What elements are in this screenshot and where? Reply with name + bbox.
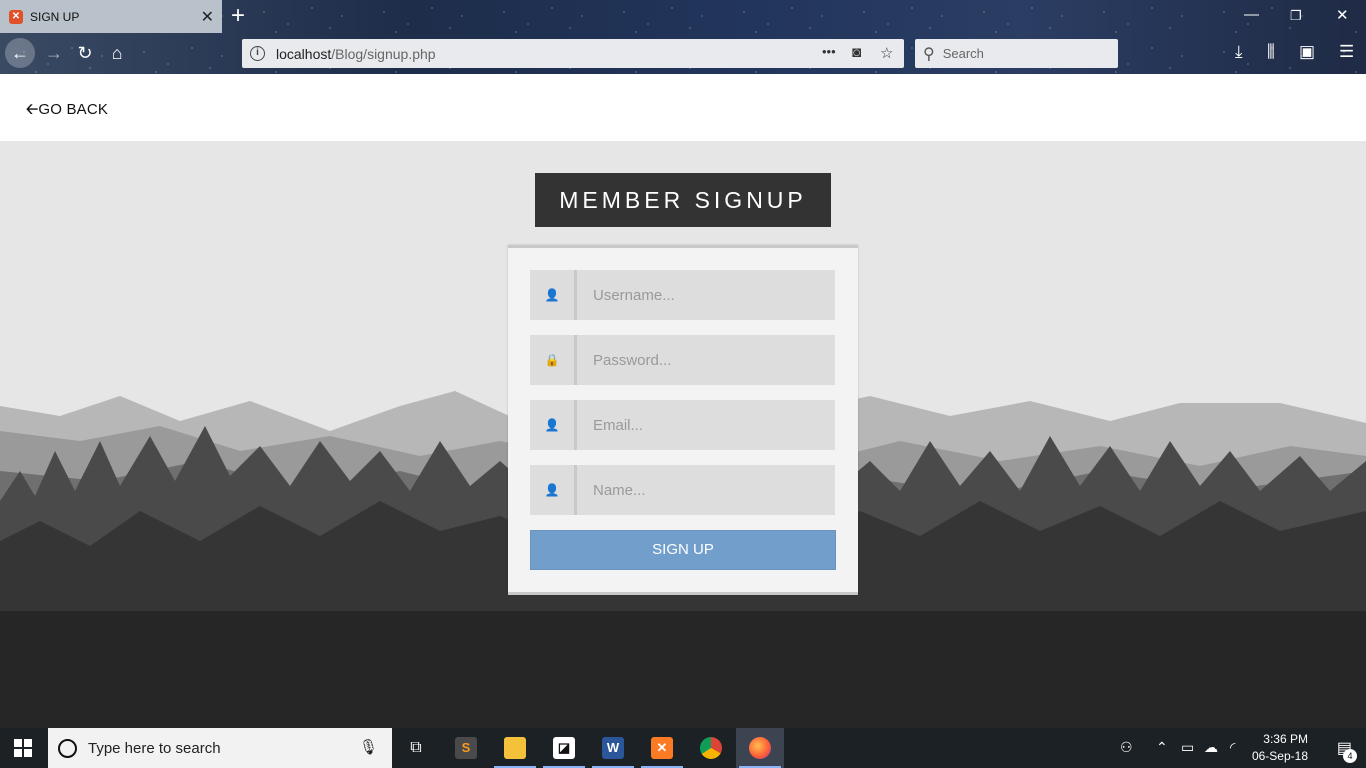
firefox-icon [749,737,771,759]
chrome-icon [700,737,722,759]
sticky-notes-icon: ◪ [553,737,575,759]
page-actions-icon[interactable]: ••• [822,44,836,59]
browser-search-bar[interactable]: ⚲ Search [915,39,1118,68]
clock-time: 3:36 PM [1263,732,1308,746]
bookmark-star-icon[interactable]: ☆ [880,44,893,62]
site-info-icon[interactable]: i [250,46,265,61]
close-window-icon[interactable]: ✕ [1336,6,1349,24]
library-icon[interactable]: ⫼ [1267,42,1275,62]
sublime-text-icon: S [455,737,477,759]
user-icon: 👤 [530,465,577,515]
onedrive-icon[interactable]: ☁ [1204,739,1218,756]
new-tab-button[interactable]: + [231,3,245,29]
url-bar[interactable]: i localhost/Blog/signup.php ••• ◙ ☆ [242,39,904,68]
chrome-app[interactable] [687,728,735,768]
pocket-icon[interactable]: ◙ [852,44,861,61]
arrow-left-icon: 🡠 [26,101,39,118]
menu-icon[interactable]: ☰ [1339,42,1354,62]
restore-icon[interactable]: ❐ [1290,8,1302,24]
firefox-app[interactable] [736,728,784,768]
username-field[interactable]: 👤 [530,270,835,320]
search-icon: ⚲ [923,45,935,63]
task-view-icon: ⧉ [410,739,422,756]
clock-date: 06-Sep-18 [1251,749,1308,763]
task-view-button[interactable]: ⧉ [392,728,440,768]
file-explorer-app[interactable] [491,728,539,768]
word-app[interactable]: W [589,728,637,768]
close-tab-icon[interactable]: ✕ [201,7,214,27]
chevron-up-icon[interactable]: ⌃ [1156,739,1168,756]
action-center-icon[interactable]: ▤ 4 [1337,738,1357,763]
people-icon[interactable]: ⚇ [1120,739,1133,756]
windows-taskbar: Type here to search 🎙 ⧉ S ◪ W ✕ ⚇ ⌃ ▭ ☁ … [0,728,1366,768]
url-text: localhost/Blog/signup.php [276,45,436,62]
wifi-icon[interactable]: ◜ [1230,739,1235,756]
taskbar-search-placeholder: Type here to search [88,739,221,757]
home-button[interactable]: ⌂ [102,38,132,68]
notification-badge: 4 [1343,749,1357,763]
sidebar-icon[interactable]: ▣ [1299,42,1315,62]
name-input[interactable] [577,465,835,515]
taskbar-search-box[interactable]: Type here to search 🎙 [48,728,392,768]
windows-start-icon[interactable] [14,739,32,757]
sticky-notes-app[interactable]: ◪ [540,728,588,768]
browser-chrome: ✕ SIGN UP ✕ + — ❐ ✕ ← → ↻ ⌂ i localhost/… [0,0,1366,74]
back-button[interactable]: ← [5,38,35,68]
name-field[interactable]: 👤 [530,465,835,515]
sign-up-button[interactable]: SIGN UP [530,530,836,570]
word-icon: W [602,737,624,759]
battery-icon[interactable]: ▭ [1181,739,1194,756]
sublime-text-app[interactable]: S [442,728,490,768]
folder-icon [504,737,526,759]
page-title: MEMBER SIGNUP [535,173,831,227]
cortana-icon [58,738,77,758]
page-header: 🡠GO BACK [0,74,1366,141]
xampp-favicon-icon: ✕ [9,9,23,24]
browser-tab[interactable]: ✕ SIGN UP ✕ [0,0,222,33]
microphone-icon[interactable]: 🎙 [359,738,378,756]
reload-button[interactable]: ↻ [70,38,100,68]
email-field[interactable]: 👤 [530,400,835,450]
password-input[interactable] [577,335,835,385]
xampp-icon: ✕ [651,737,673,759]
forward-button[interactable]: → [39,38,69,68]
password-field[interactable]: 🔒 [530,335,835,385]
minimize-icon[interactable]: — [1244,6,1259,23]
signup-form: 👤 🔒 👤 👤 SIGN UP [508,245,858,595]
email-input[interactable] [577,400,835,450]
xampp-app[interactable]: ✕ [638,728,686,768]
go-back-label: GO BACK [38,101,109,118]
username-input[interactable] [577,270,835,320]
downloads-icon[interactable]: ⤓ [1235,42,1243,62]
user-icon: 👤 [530,400,577,450]
browser-search-placeholder: Search [942,46,984,61]
tab-title: SIGN UP [30,9,80,24]
lock-icon: 🔒 [530,335,577,385]
system-clock[interactable]: 3:36 PM 06-Sep-18 [1252,731,1308,765]
user-icon: 👤 [530,270,577,320]
go-back-link[interactable]: 🡠GO BACK [26,99,108,124]
